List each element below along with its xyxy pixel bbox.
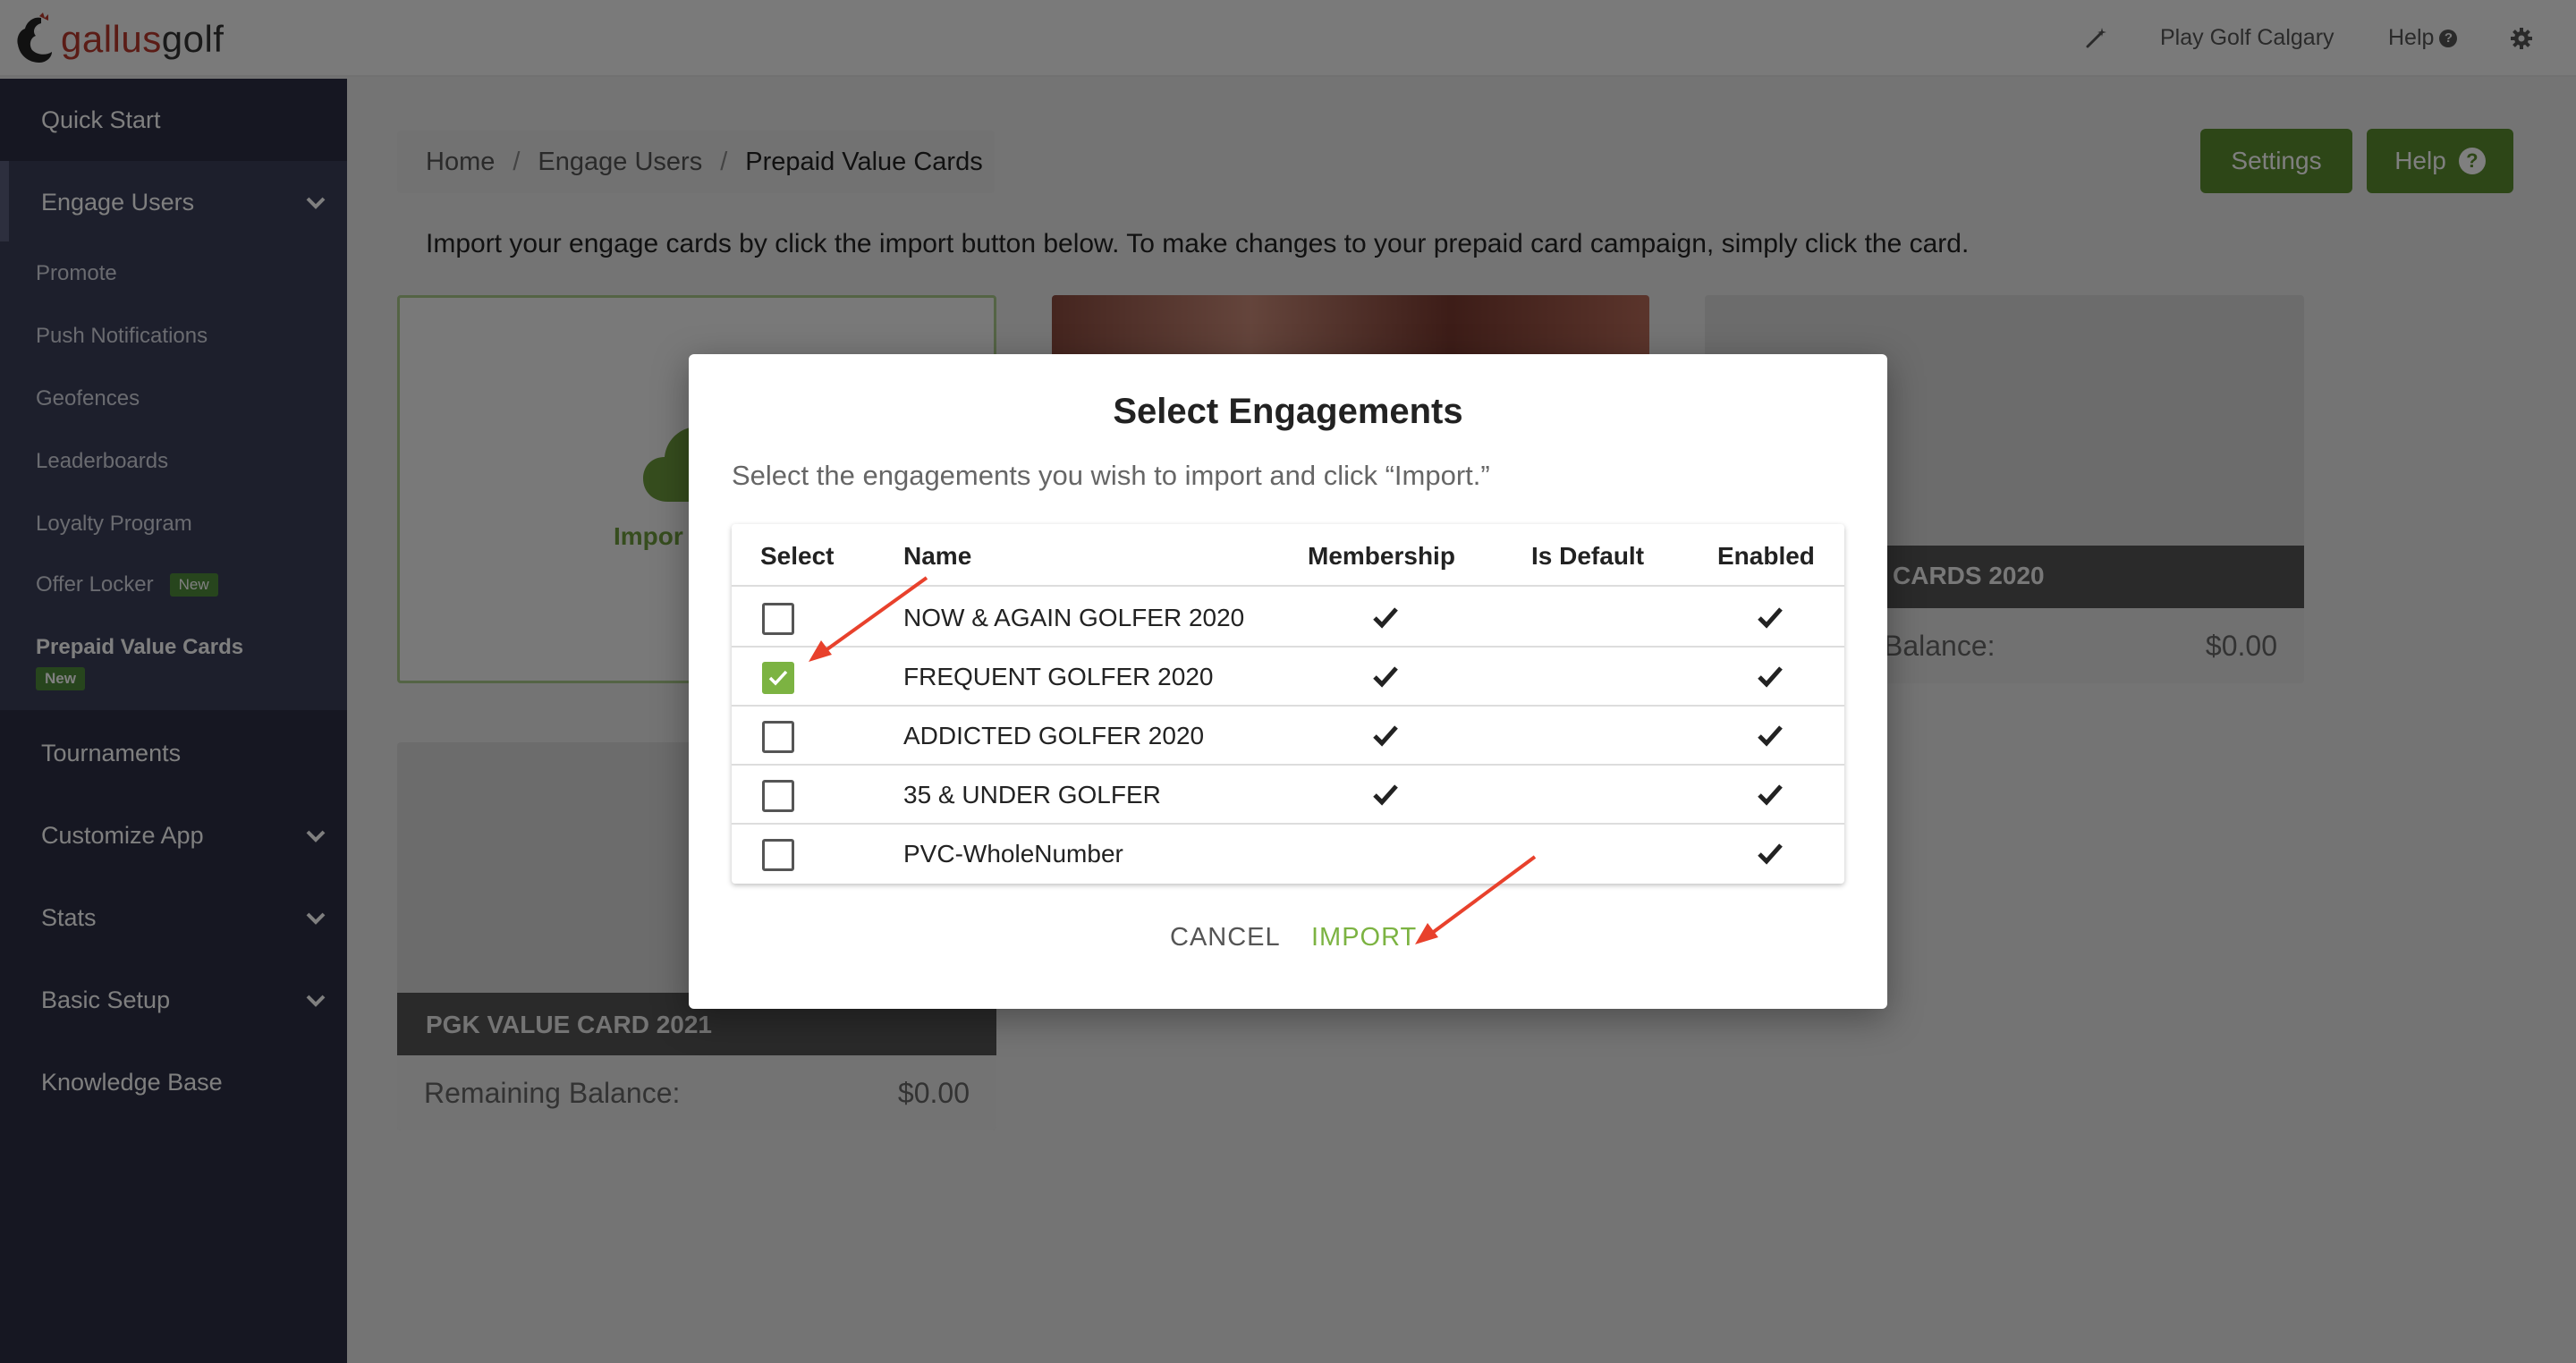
select-checkbox[interactable] xyxy=(762,780,794,812)
cancel-button[interactable]: CANCEL xyxy=(1170,923,1281,952)
select-checkbox[interactable] xyxy=(762,662,794,694)
table-row: NOW & AGAIN GOLFER 2020 xyxy=(732,588,1844,648)
table-row: 35 & UNDER GOLFER xyxy=(732,766,1844,825)
column-header-membership: Membership xyxy=(1308,542,1455,570)
column-header-name: Name xyxy=(903,542,972,570)
select-engagements-dialog: Select Engagements Select the engagement… xyxy=(689,354,1887,1009)
engagement-name: FREQUENT GOLFER 2020 xyxy=(903,663,1214,690)
membership-check-icon xyxy=(1372,605,1399,630)
column-header-enabled: Enabled xyxy=(1717,542,1815,570)
dialog-title: Select Engagements xyxy=(1113,392,1463,431)
column-header-is-default: Is Default xyxy=(1531,542,1645,570)
engagement-name: 35 & UNDER GOLFER xyxy=(903,781,1161,808)
dialog-actions: CANCEL IMPORT xyxy=(689,923,1887,977)
table-row: ADDICTED GOLFER 2020 xyxy=(732,707,1844,766)
enabled-check-icon xyxy=(1757,605,1784,630)
import-button[interactable]: IMPORT xyxy=(1311,923,1417,952)
column-header-select: Select xyxy=(760,542,835,570)
select-checkbox[interactable] xyxy=(762,839,794,871)
select-checkbox[interactable] xyxy=(762,721,794,753)
checkmark-icon xyxy=(768,670,788,686)
dialog-description: Select the engagements you wish to impor… xyxy=(732,460,1490,491)
engagement-name: ADDICTED GOLFER 2020 xyxy=(903,722,1205,749)
membership-check-icon xyxy=(1372,723,1399,748)
membership-check-icon xyxy=(1372,664,1399,689)
table-row: PVC-WholeNumber xyxy=(732,825,1844,884)
membership-check-icon xyxy=(1372,782,1399,807)
engagement-name: NOW & AGAIN GOLFER 2020 xyxy=(903,604,1245,631)
enabled-check-icon xyxy=(1757,664,1784,689)
select-checkbox[interactable] xyxy=(762,603,794,635)
enabled-check-icon xyxy=(1757,723,1784,748)
enabled-check-icon xyxy=(1757,782,1784,807)
engagements-table: Select Name Membership Is Default Enable… xyxy=(732,524,1844,884)
table-row: FREQUENT GOLFER 2020 xyxy=(732,648,1844,707)
engagement-name: PVC-WholeNumber xyxy=(903,840,1123,868)
table-header: Select Name Membership Is Default Enable… xyxy=(732,524,1844,587)
enabled-check-icon xyxy=(1757,841,1784,866)
